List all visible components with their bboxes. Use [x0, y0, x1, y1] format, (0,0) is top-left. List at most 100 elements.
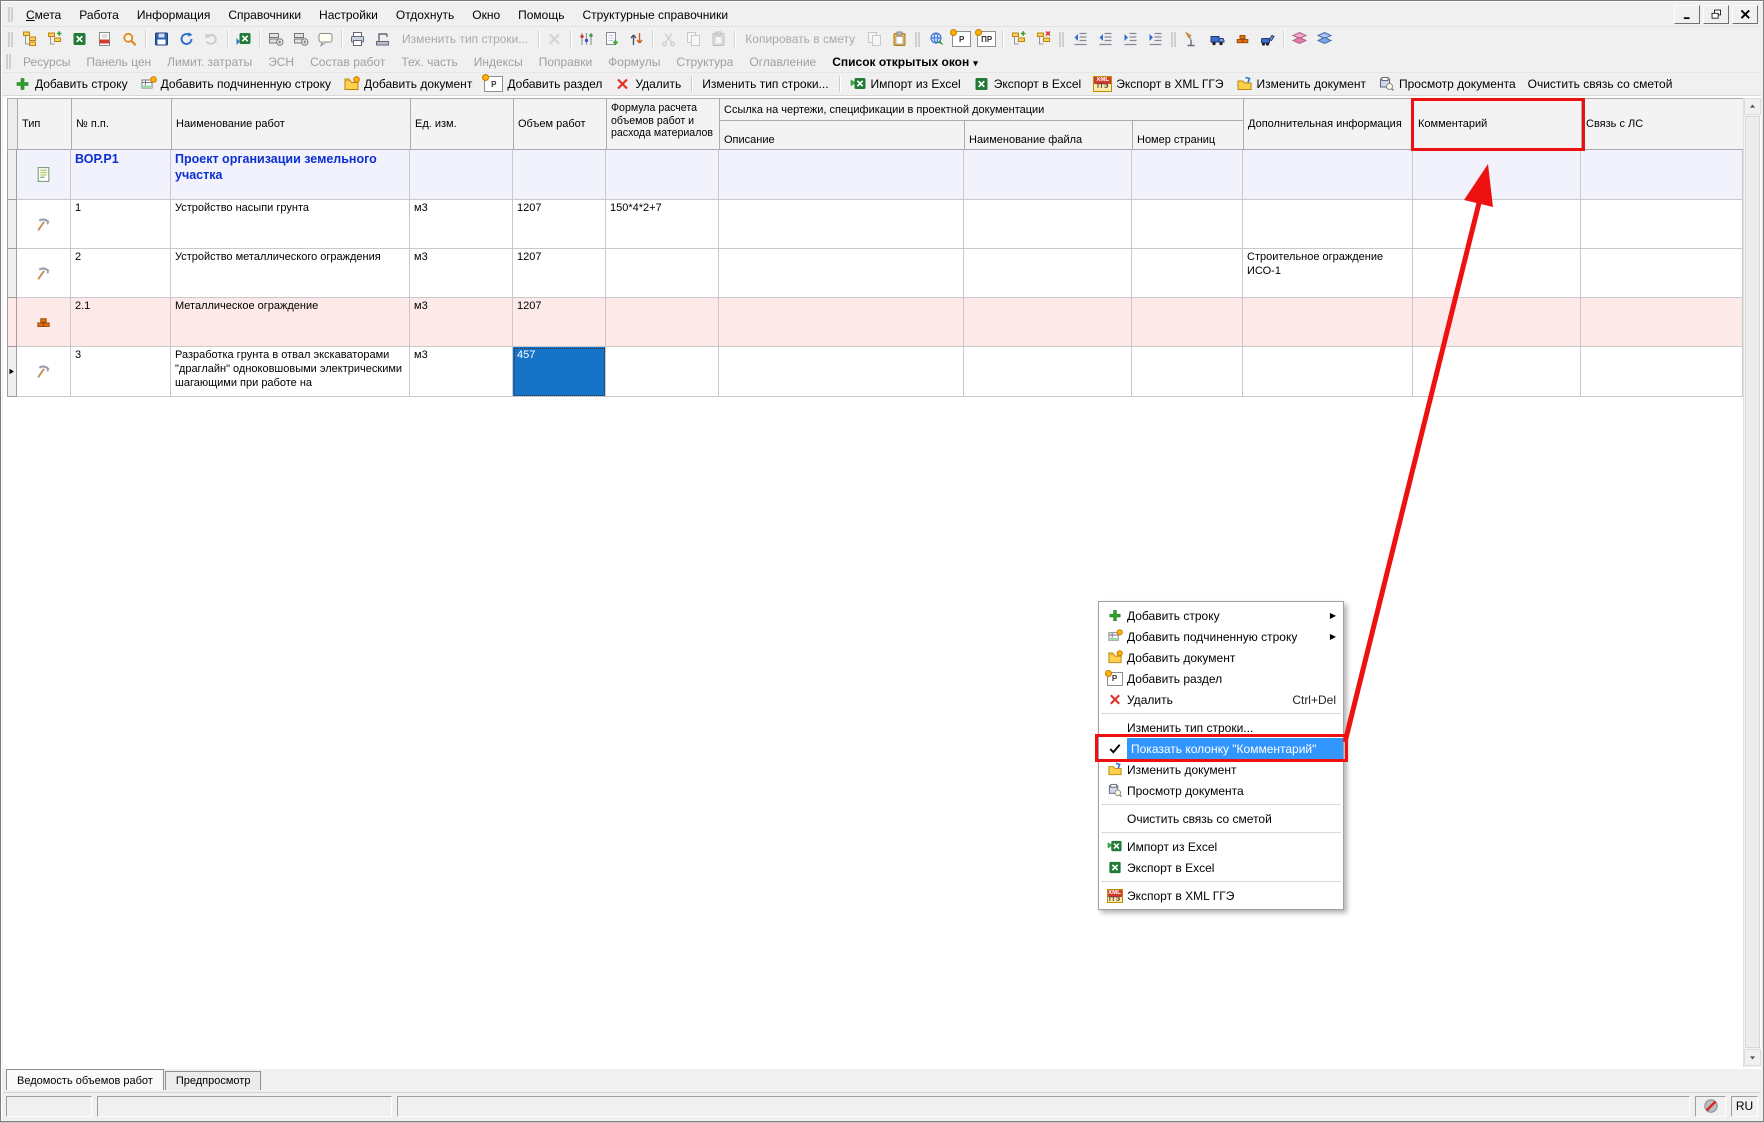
indent-right2-button[interactable] — [1143, 28, 1168, 50]
toolbar-grip[interactable] — [8, 7, 10, 22]
tree-add-button[interactable] — [42, 28, 67, 50]
current-row-pointer[interactable] — [7, 347, 17, 397]
toolbar-grip[interactable] — [1059, 32, 1061, 47]
paste-button[interactable] — [706, 28, 731, 50]
section-pr-button[interactable]: ПР — [974, 28, 999, 50]
copy-to-estimate-copy-button[interactable] — [862, 28, 887, 50]
ctx-export-excel[interactable]: Экспорт в Excel — [1099, 857, 1343, 878]
menu-smeta[interactable]: Смета — [17, 4, 70, 26]
table-cell-ls[interactable] — [1581, 249, 1743, 298]
table-cell-volume[interactable]: 1207 — [513, 298, 606, 347]
table-cell-comment[interactable] — [1413, 347, 1581, 397]
table-cell-unit[interactable] — [410, 150, 513, 200]
scroll-up-button[interactable] — [1744, 98, 1761, 115]
ctx-export-xml[interactable]: XMLГГЭЭкспорт в XML ГГЭ — [1099, 885, 1343, 906]
panel-oglavlenie[interactable]: Оглавление — [741, 53, 824, 71]
column-header-pages[interactable]: Номер страниц — [1133, 121, 1244, 150]
excel-button[interactable] — [67, 28, 92, 50]
panel-sostav-rabot[interactable]: Состав работ — [302, 53, 393, 71]
table-cell-formula[interactable] — [606, 150, 719, 200]
table-cell-unit[interactable]: м3 — [410, 249, 513, 298]
menu-strukturnye-spravochniki[interactable]: Структурные справочники — [573, 4, 737, 26]
tab-preview[interactable]: Предпросмотр — [165, 1071, 262, 1090]
vertical-scrollbar[interactable] — [1743, 98, 1760, 1067]
panel-esn[interactable]: ЭСН — [260, 53, 302, 71]
tree-delete-button[interactable] — [1031, 28, 1056, 50]
table-cell-description[interactable] — [719, 150, 964, 200]
table-cell-unit[interactable]: м3 — [410, 347, 513, 397]
export-xml-button[interactable]: XMLГГЭЭкспорт в XML ГГЭ — [1087, 74, 1229, 94]
save-button[interactable] — [149, 28, 174, 50]
import-excel-button[interactable]: Импорт из Excel — [844, 74, 967, 94]
scrollbar-thumb[interactable] — [1745, 116, 1760, 1048]
table-cell-formula[interactable] — [606, 347, 719, 397]
bricks-button[interactable] — [1230, 28, 1255, 50]
table-cell-num[interactable]: 2 — [71, 249, 171, 298]
cut-button[interactable] — [656, 28, 681, 50]
table-cell-volume[interactable]: 1207 — [513, 249, 606, 298]
add-row-button[interactable]: Добавить строку — [8, 74, 134, 94]
ctx-show-comment-column[interactable]: Показать колонку "Комментарий" — [1099, 738, 1343, 759]
panel-panel-tsen[interactable]: Панель цен — [78, 53, 159, 71]
close-button[interactable] — [1732, 5, 1758, 24]
table-cell-comment[interactable] — [1413, 298, 1581, 347]
table-cell-num[interactable]: 2.1 — [71, 298, 171, 347]
table-cell-pages[interactable] — [1132, 150, 1243, 200]
panel-limit-zatraty[interactable]: Лимит. затраты — [159, 53, 260, 71]
row-settings-button[interactable] — [263, 28, 288, 50]
minimize-button[interactable] — [1674, 5, 1700, 24]
table-cell-comment[interactable] — [1413, 150, 1581, 200]
copy-to-estimate-paste-button[interactable] — [887, 28, 912, 50]
toolbar-grip[interactable] — [1171, 32, 1173, 47]
resources-button[interactable] — [574, 28, 599, 50]
ctx-clear-estimate-link[interactable]: Очистить связь со сметой — [1099, 808, 1343, 829]
panel-tekh-chast[interactable]: Тех. часть — [393, 53, 465, 71]
layers-blue-button[interactable] — [1312, 28, 1337, 50]
language-indicator[interactable]: RU — [1731, 1096, 1758, 1117]
table-cell-filename[interactable] — [964, 200, 1132, 249]
ctx-edit-document[interactable]: Изменить документ — [1099, 759, 1343, 780]
table-cell-formula[interactable]: 150*4*2+7 — [606, 200, 719, 249]
change-row-type-button[interactable]: Изменить тип строки... — [696, 75, 834, 93]
panel-resursy[interactable]: Ресурсы — [15, 53, 78, 71]
table-cell-extra[interactable]: Строительное ограждение ИСО-1 — [1243, 249, 1413, 298]
menu-informatsiya[interactable]: Информация — [128, 4, 219, 26]
table-cell-description[interactable] — [719, 347, 964, 397]
copy-button[interactable] — [681, 28, 706, 50]
delete-row-button[interactable] — [542, 28, 567, 50]
panel-open-windows-list[interactable]: Список открытых окон▾ — [824, 53, 986, 71]
comment-bubble-button[interactable] — [313, 28, 338, 50]
tab-vedomost[interactable]: Ведомость объемов работ — [6, 1069, 164, 1090]
table-cell-filename[interactable] — [964, 298, 1132, 347]
menu-rabota[interactable]: Работа — [70, 4, 128, 26]
selected-cell-volume[interactable]: 457 — [513, 347, 606, 397]
truck-button[interactable] — [1205, 28, 1230, 50]
delete-button[interactable]: Удалить — [608, 74, 687, 94]
row-selector[interactable] — [7, 150, 17, 200]
table-cell-name[interactable]: Проект организации земельного участка — [171, 150, 410, 200]
lamp-button[interactable] — [1180, 28, 1205, 50]
column-header-filename[interactable]: Наименование файла — [965, 121, 1133, 150]
table-cell-formula[interactable] — [606, 298, 719, 347]
column-header-description[interactable]: Описание — [720, 121, 965, 150]
undo-button[interactable] — [199, 28, 224, 50]
table-cell-description[interactable] — [719, 249, 964, 298]
table-cell-unit[interactable]: м3 — [410, 298, 513, 347]
table-cell-num[interactable]: 1 — [71, 200, 171, 249]
layers-pink-button[interactable] — [1287, 28, 1312, 50]
toolbar-grip[interactable] — [915, 32, 917, 47]
table-cell-comment[interactable] — [1413, 200, 1581, 249]
add-section-button[interactable]: РДобавить раздел — [478, 74, 608, 94]
column-header-link-group-label[interactable]: Ссылка на чертежи, спецификации в проект… — [720, 99, 1244, 121]
menu-otdokhnut[interactable]: Отдохнуть — [387, 4, 463, 26]
view-document-button[interactable]: Просмотр документа — [1372, 74, 1522, 94]
ctx-delete[interactable]: УдалитьCtrl+Del — [1099, 689, 1343, 710]
column-header-num[interactable]: № п.п. — [72, 99, 172, 150]
table-cell-unit[interactable]: м3 — [410, 200, 513, 249]
table-cell-volume[interactable] — [513, 150, 606, 200]
tree-structure-button[interactable] — [17, 28, 42, 50]
row-selector[interactable] — [7, 298, 17, 347]
table-cell-pages[interactable] — [1132, 347, 1243, 397]
table-cell-filename[interactable] — [964, 249, 1132, 298]
section-p-button[interactable]: Р — [949, 28, 974, 50]
